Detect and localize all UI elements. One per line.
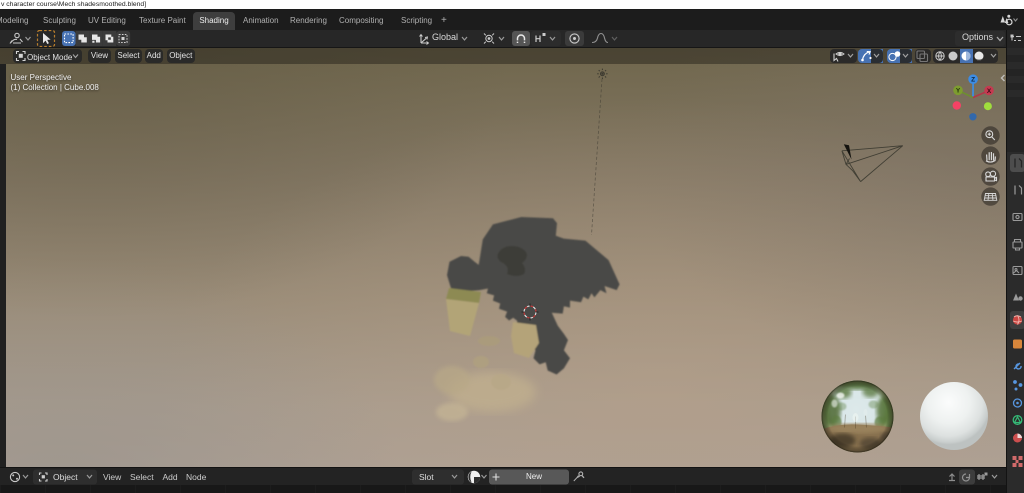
svg-text:Y: Y bbox=[956, 88, 961, 95]
svg-text:Z: Z bbox=[971, 77, 975, 84]
svg-text:X: X bbox=[987, 88, 992, 95]
